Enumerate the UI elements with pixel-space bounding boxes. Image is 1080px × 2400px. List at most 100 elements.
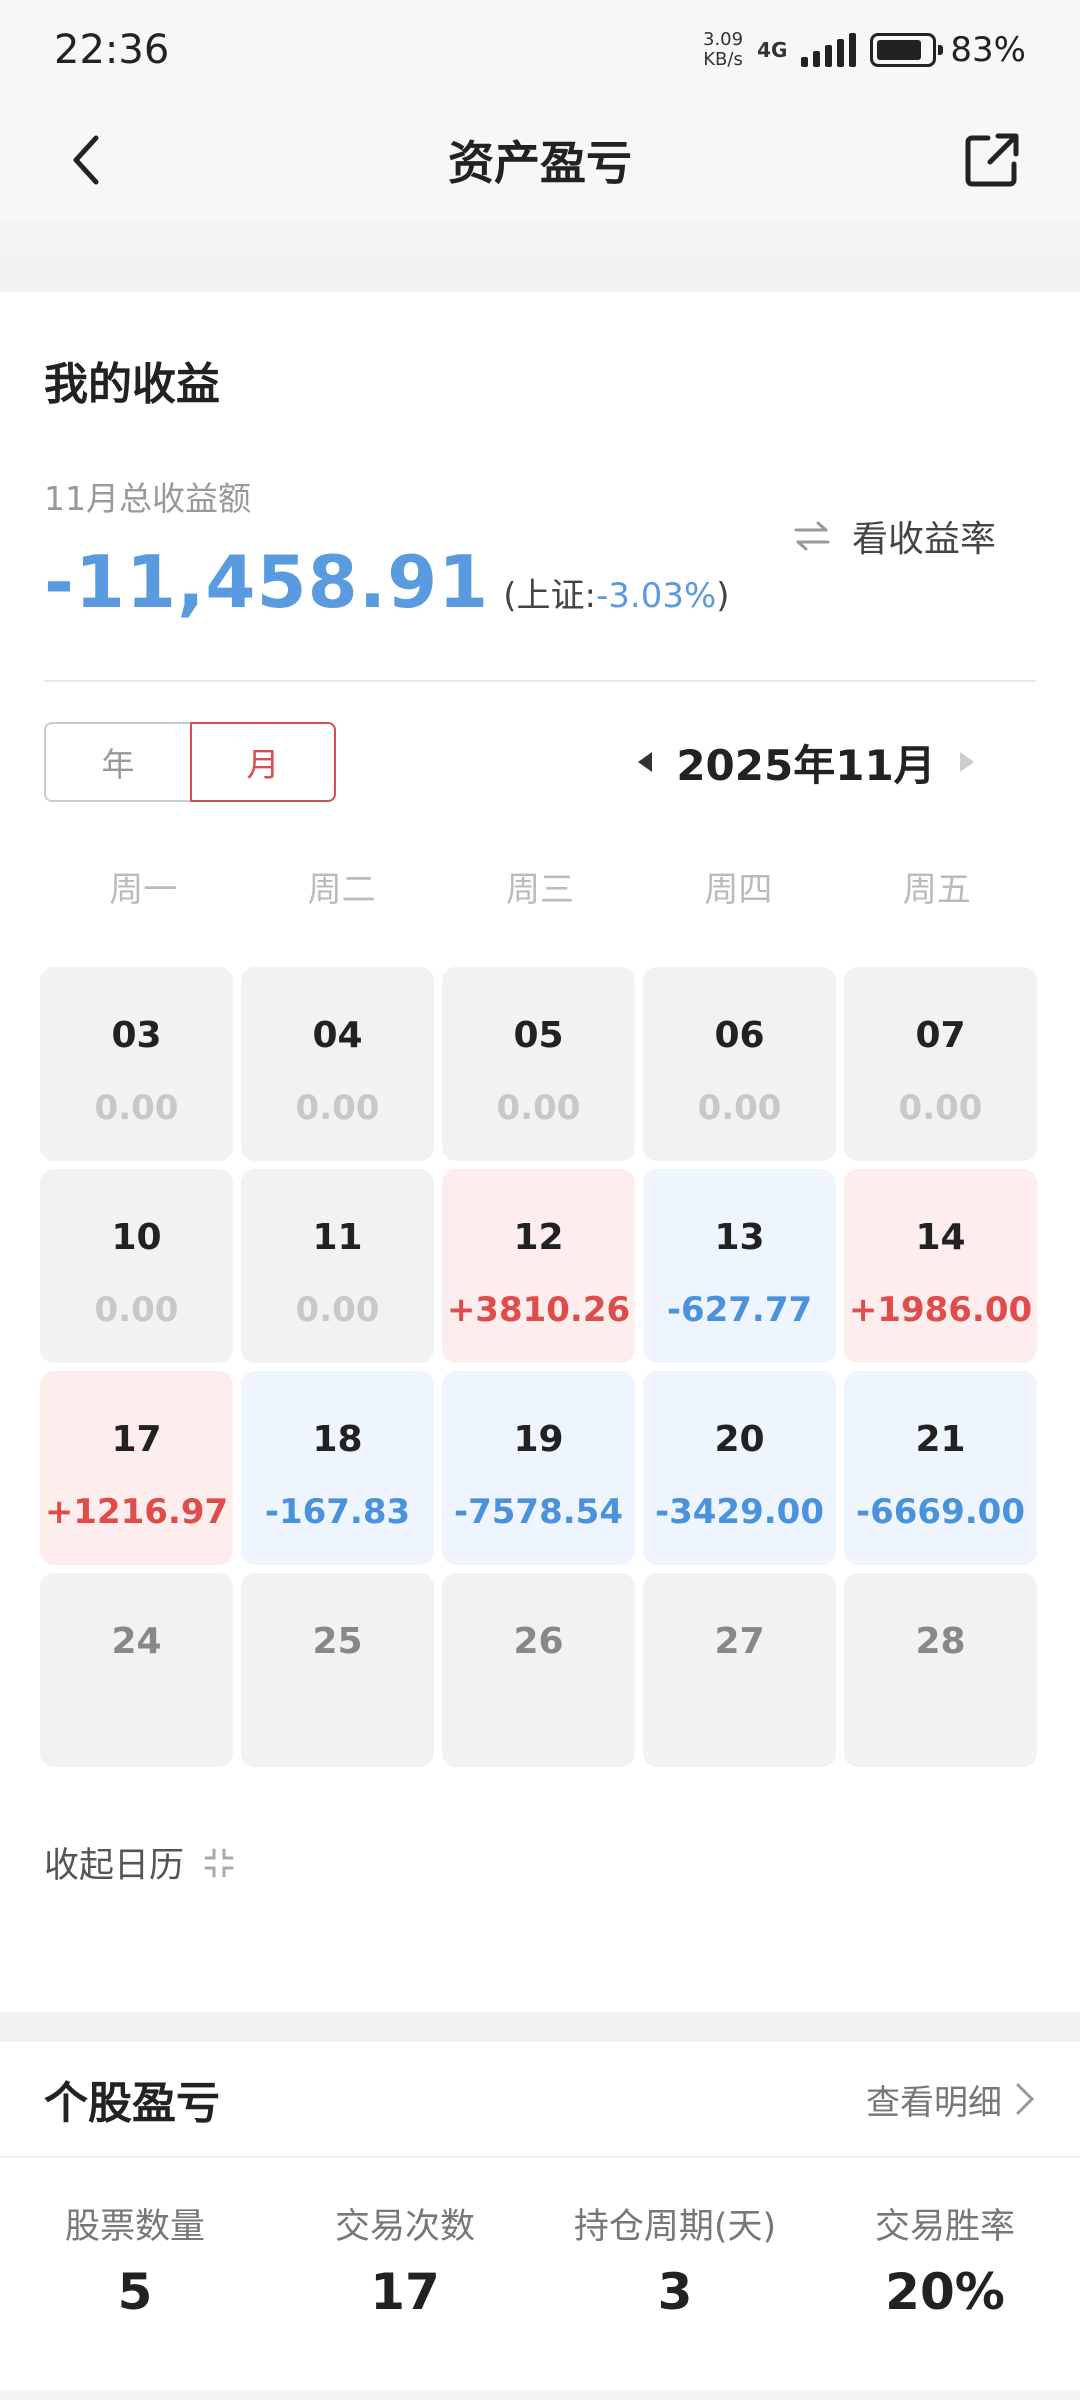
stat-trade-count: 交易次数 17 xyxy=(270,2198,540,2390)
weekday-label: 周三 xyxy=(506,870,575,910)
calendar-day[interactable]: 17 +1216.97 xyxy=(40,1371,233,1565)
signal-icon xyxy=(801,33,857,67)
calendar-day[interactable]: 12 +3810.26 xyxy=(442,1169,635,1363)
calendar-day[interactable]: 06 0.00 xyxy=(643,967,836,1161)
calendar-day-number: 25 xyxy=(312,1621,363,1662)
period-segment: 年 月 xyxy=(44,722,336,802)
index-suffix: ) xyxy=(716,576,730,616)
collapse-icon xyxy=(204,1848,234,1877)
calendar-day[interactable]: 19 -7578.54 xyxy=(442,1371,635,1565)
stat-holding-period: 持仓周期(天) 3 xyxy=(540,2198,810,2390)
calendar-day-number: 03 xyxy=(111,1015,162,1056)
calendar-day-number: 28 xyxy=(915,1621,966,1662)
calendar-day[interactable]: 05 0.00 xyxy=(442,967,635,1161)
stat-label: 交易胜率 xyxy=(874,2207,1015,2247)
calendar-day[interactable]: 13 -627.77 xyxy=(643,1169,836,1363)
calendar-day-amount: 0.00 xyxy=(496,1088,581,1128)
calendar-day[interactable]: 03 0.00 xyxy=(40,967,233,1161)
weekday-label: 周四 xyxy=(704,870,773,910)
calendar-day[interactable]: 27 xyxy=(643,1573,836,1767)
calendar-day[interactable]: 07 0.00 xyxy=(844,967,1037,1161)
calendar-day-amount: +1216.97 xyxy=(44,1492,229,1532)
calendar-day[interactable]: 20 -3429.00 xyxy=(643,1371,836,1565)
battery-level: 83% xyxy=(950,30,1026,70)
calendar-day-number: 21 xyxy=(915,1419,966,1460)
section-gap xyxy=(0,2012,1080,2042)
chevron-right-icon xyxy=(1016,2083,1035,2115)
total-profit-value: -11,458.91 xyxy=(44,540,490,624)
stat-label: 持仓周期(天) xyxy=(573,2207,777,2247)
calendar-day-number: 26 xyxy=(513,1621,564,1662)
divider xyxy=(44,680,1036,682)
calendar-day-number: 18 xyxy=(312,1419,363,1460)
calendar-day-amount: -7578.54 xyxy=(454,1492,623,1532)
calendar-day[interactable]: 26 xyxy=(442,1573,635,1767)
calendar-day-number: 05 xyxy=(513,1015,564,1056)
collapse-label: 收起日历 xyxy=(44,1846,185,1886)
current-month: 2025年11月 xyxy=(676,740,936,790)
stat-value: 5 xyxy=(117,2263,153,2321)
my-profit-title: 我的收益 xyxy=(44,359,220,410)
stat-label: 交易次数 xyxy=(334,2207,475,2247)
calendar-day[interactable]: 25 xyxy=(241,1573,434,1767)
swap-icon xyxy=(794,521,830,551)
view-details-link[interactable]: 查看明细 xyxy=(866,2075,1036,2124)
view-details-label: 查看明细 xyxy=(866,2082,1002,2123)
calendar-day[interactable]: 21 -6669.00 xyxy=(844,1371,1037,1565)
back-icon[interactable] xyxy=(58,130,118,190)
weekday-label: 周一 xyxy=(109,870,178,910)
calendar-day-number: 12 xyxy=(513,1217,564,1258)
index-compare: (上证:-3.03%) xyxy=(503,568,729,617)
calendar-day[interactable]: 11 0.00 xyxy=(241,1169,434,1363)
calendar-day[interactable]: 24 xyxy=(40,1573,233,1767)
calendar-day-amount: 0.00 xyxy=(697,1088,782,1128)
calendar-day-number: 04 xyxy=(312,1015,363,1056)
calendar-day-amount: -3429.00 xyxy=(655,1492,824,1532)
stock-profit-header: 个股盈亏 查看明细 xyxy=(0,2042,1080,2158)
stat-value: 17 xyxy=(370,2263,440,2321)
calendar-day[interactable]: 18 -167.83 xyxy=(241,1371,434,1565)
calendar-day-number: 27 xyxy=(714,1621,765,1662)
calendar-day-number: 06 xyxy=(714,1015,765,1056)
calendar-day-amount: 0.00 xyxy=(295,1088,380,1128)
month-navigator: 2025年11月 xyxy=(616,732,996,793)
calendar-day-amount: 0.00 xyxy=(295,1290,380,1330)
calendar-day[interactable]: 14 +1986.00 xyxy=(844,1169,1037,1363)
calendar-day[interactable]: 10 0.00 xyxy=(40,1169,233,1363)
calendar-day-amount: -6669.00 xyxy=(856,1492,1025,1532)
period-row: 年 月 2025年11月 xyxy=(44,722,1036,802)
nav-bar: 资产盈亏 xyxy=(0,100,1080,220)
weekday-label: 周二 xyxy=(307,870,376,910)
calendar-grid: 03 0.00 04 0.00 05 0.00 06 0.00 07 0.00 10 0.00 11 0.… xyxy=(40,967,1037,1767)
index-value: -3.03% xyxy=(596,576,717,616)
net-speed: 3.09 KB/s xyxy=(703,30,743,70)
next-month-icon[interactable] xyxy=(936,732,996,792)
stat-label: 股票数量 xyxy=(64,2207,205,2247)
calendar-day-number: 07 xyxy=(915,1015,966,1056)
calendar-day-amount: +3810.26 xyxy=(446,1290,631,1330)
stock-profit-title: 个股盈亏 xyxy=(44,2078,220,2129)
calendar-day-number: 17 xyxy=(111,1419,162,1460)
prev-month-icon[interactable] xyxy=(616,732,676,792)
weekday-header: 周一 周二 周三 周四 周五 xyxy=(44,862,1036,911)
calendar-day-number: 24 xyxy=(111,1621,162,1662)
share-icon[interactable] xyxy=(960,128,1024,192)
status-bar: 22:36 3.09 KB/s 4G 83% xyxy=(0,0,1080,100)
status-time: 22:36 xyxy=(54,27,170,73)
collapse-calendar-button[interactable]: 收起日历 xyxy=(44,1837,1036,1888)
stat-stock-count: 股票数量 5 xyxy=(0,2198,270,2390)
stat-win-rate: 交易胜率 20% xyxy=(810,2198,1080,2390)
calendar-day-amount: 0.00 xyxy=(94,1088,179,1128)
calendar-day[interactable]: 28 xyxy=(844,1573,1037,1767)
calendar-day-amount: -627.77 xyxy=(666,1290,813,1330)
battery-icon xyxy=(870,33,944,67)
tab-year[interactable]: 年 xyxy=(44,722,190,802)
stock-stats: 股票数量 5 交易次数 17 持仓周期(天) 3 交易胜率 20% xyxy=(0,2158,1080,2390)
calendar-day-number: 11 xyxy=(312,1217,363,1258)
calendar-day[interactable]: 04 0.00 xyxy=(241,967,434,1161)
net-speed-value: 3.09 xyxy=(703,29,744,50)
status-indicators: 3.09 KB/s 4G 83% xyxy=(703,30,1026,71)
tab-month[interactable]: 月 xyxy=(190,722,336,802)
toggle-rate-button[interactable]: 看收益率 xyxy=(794,510,996,562)
weekday-label: 周五 xyxy=(902,870,971,910)
